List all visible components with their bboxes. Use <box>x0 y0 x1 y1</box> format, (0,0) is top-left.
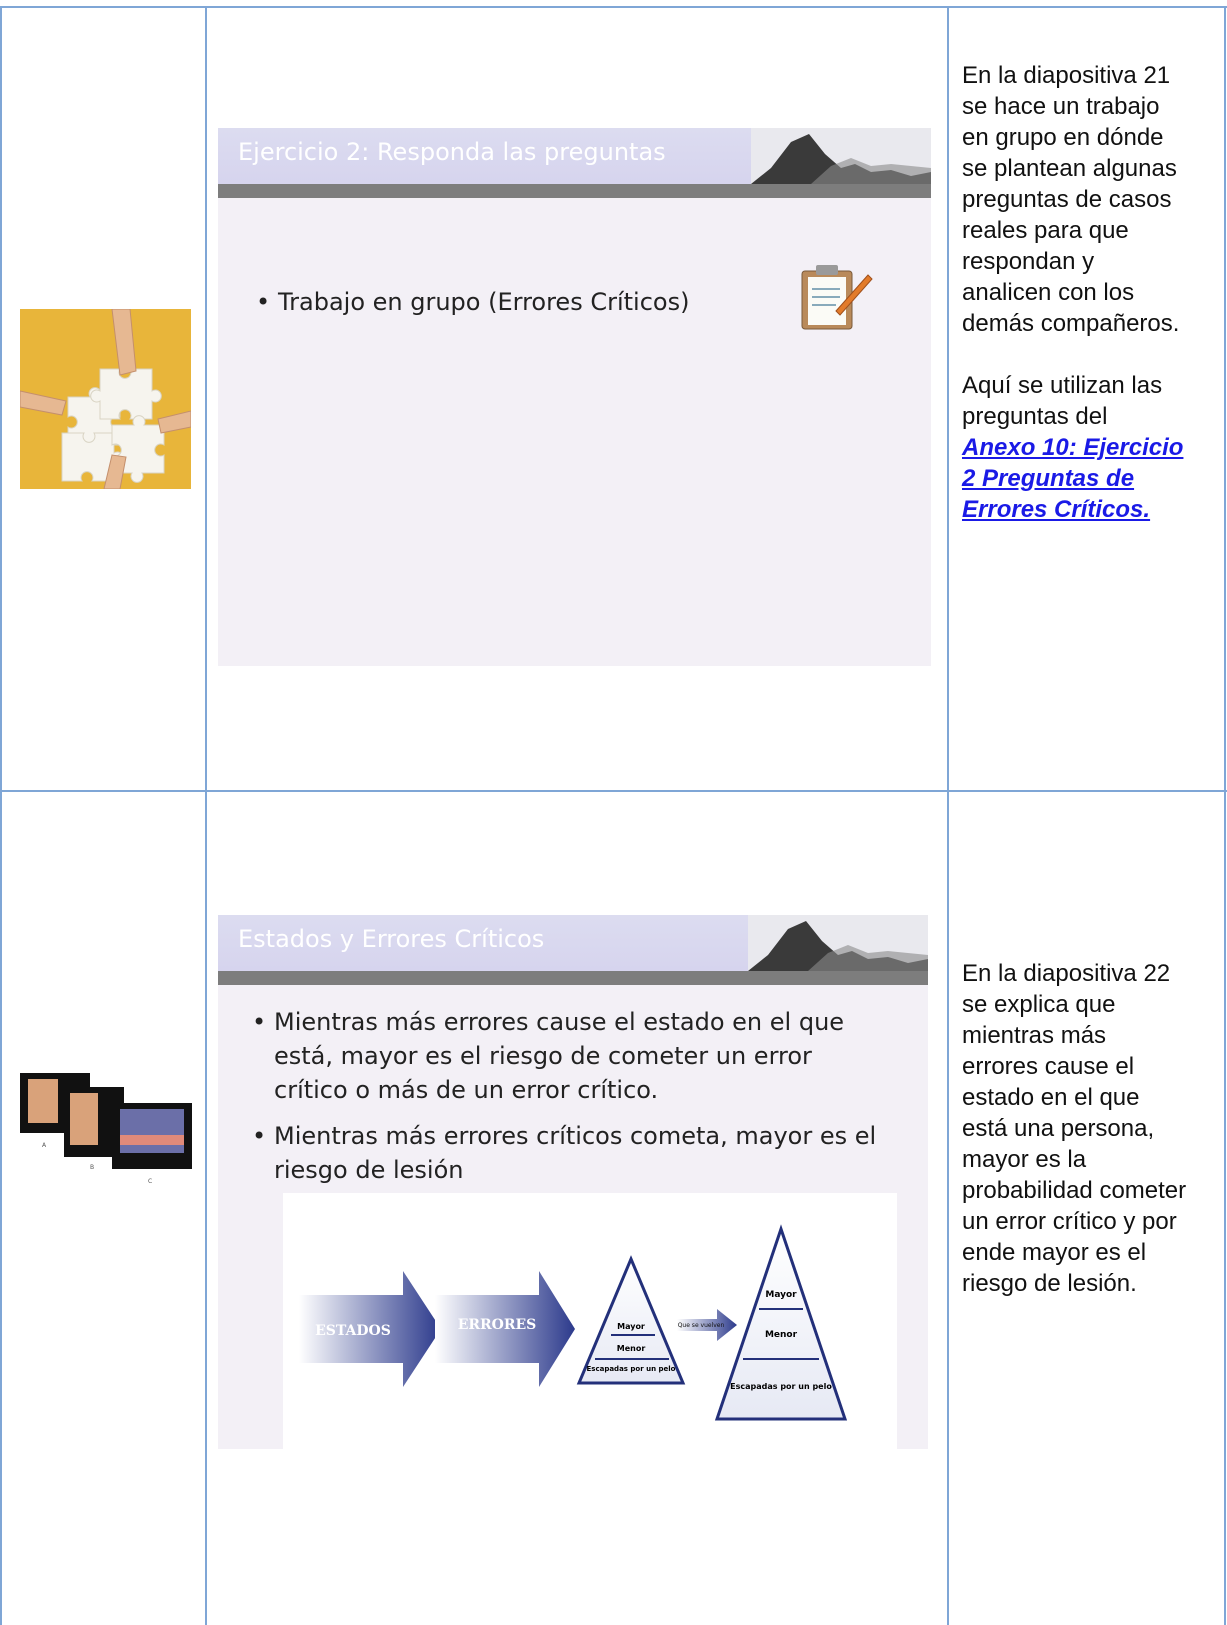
mountain-landscape-icon <box>751 128 931 184</box>
slide-bullet-1: • Mientras más errores cause el estado en… <box>252 1008 845 1104</box>
slide-title-bar <box>218 184 931 198</box>
table-column-divider-1 <box>205 6 207 1625</box>
notes-slide-21: En la diapositiva 21 se hace un trabajo … <box>962 60 1187 525</box>
annex-10-link[interactable]: Anexo 10: Ejercicio 2 Preguntas de Error… <box>962 434 1183 523</box>
states-arrow-label: ESTADOS <box>315 1323 391 1339</box>
table-border-left <box>0 6 2 1625</box>
clipboard-icon <box>801 265 873 330</box>
pyramid-large-top: Mayor <box>765 1290 797 1300</box>
notes-paragraph: En la diapositiva 21 se hace un trabajo … <box>962 62 1180 337</box>
table-column-divider-2 <box>947 6 949 1625</box>
pyramid-large-middle: Menor <box>765 1330 798 1340</box>
pyramid-small-top: Mayor <box>617 1322 645 1331</box>
slide-bullet-2: • Mientras más errores críticos cometa, m… <box>252 1122 877 1184</box>
slide-bullet: • Trabajo en grupo (Errores Críticos) <box>256 288 690 316</box>
errors-arrow-label: ERRORES <box>458 1317 537 1333</box>
states-errors-diagram: ESTADOS ERRORES Mayor Menor Escapadas po… <box>283 1193 897 1472</box>
svg-text:C: C <box>148 1178 152 1185</box>
pyramid-small-bottom: Escapadas por un pelo <box>587 1365 676 1373</box>
slide-21: Ejercicio 2: Responda las preguntas • Tra… <box>218 128 931 666</box>
notes-slide-22: En la diapositiva 22 se explica que mien… <box>962 958 1187 1299</box>
mountain-landscape-icon <box>748 915 928 971</box>
slide-title-bar <box>218 971 928 985</box>
notes-paragraph: En la diapositiva 22 se explica que mien… <box>962 960 1187 1297</box>
puzzle-hands-image <box>20 309 191 489</box>
svg-text:B: B <box>90 1164 94 1171</box>
table-row-divider <box>0 790 1227 792</box>
slide-bullet-text: Mientras más errores cause el estado en … <box>274 1008 845 1104</box>
slide-title: Estados y Errores Críticos <box>238 925 545 953</box>
slides-thumbnail-image: A B C <box>20 1065 195 1195</box>
pyramid-large-bottom: Escapadas por un pelo <box>730 1382 832 1391</box>
notes-text: Aquí se utilizan las preguntas del <box>962 372 1163 430</box>
slide-title: Ejercicio 2: Responda las preguntas <box>238 138 666 166</box>
becomes-arrow-label: Que se vuelven <box>678 1322 725 1329</box>
slide-bullet-text: Mientras más errores críticos cometa, ma… <box>274 1122 877 1184</box>
table-border-top <box>0 6 1227 8</box>
pyramid-small-middle: Menor <box>617 1344 646 1353</box>
notes-paragraph-2: Aquí se utilizan las preguntas del Anexo… <box>962 370 1187 525</box>
svg-text:A: A <box>42 1142 47 1149</box>
slide-bullet-text: Trabajo en grupo (Errores Críticos) <box>278 288 690 316</box>
table-border-right <box>1224 6 1226 1625</box>
